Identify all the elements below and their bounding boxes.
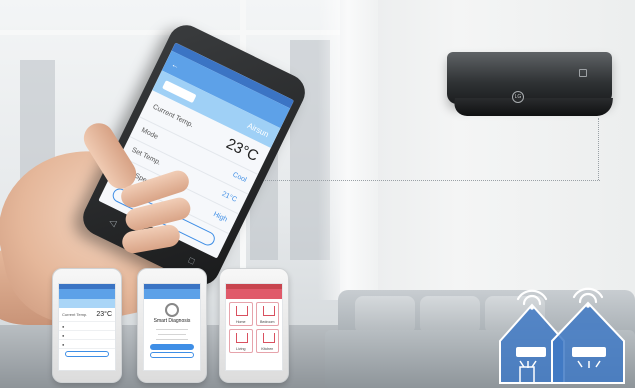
house-icon (236, 333, 248, 343)
recents-icon[interactable]: □ (187, 255, 196, 266)
current-temp-row: Current Temp. 23°C (59, 308, 115, 322)
small-phone-screen: Home Bedroom Living Kitchen (225, 283, 283, 371)
diagnosis-icon (165, 303, 179, 317)
mode-value: Cool (231, 171, 248, 185)
room-label: Bedroom (259, 320, 275, 324)
connection-line (598, 118, 599, 180)
diagnosis-title: Smart Diagnosis (153, 318, 191, 324)
device-name: Airsun (246, 120, 271, 139)
air-conditioner (447, 52, 612, 104)
setting-row: ● (59, 340, 115, 349)
air-conditioner-vane (453, 98, 613, 116)
room-label: Living (236, 347, 246, 351)
mode-label: Mode (140, 126, 159, 141)
room-tile[interactable]: Kitchen (255, 329, 279, 353)
room-label: Home (235, 320, 246, 324)
house-icon (236, 306, 248, 316)
setting-row: ● (59, 322, 115, 331)
smart-home-icon (499, 287, 625, 384)
small-app-header (144, 289, 200, 299)
small-app-header (59, 289, 115, 299)
house-icon (262, 306, 275, 316)
small-phone-screen: Current Temp. 23°C ● ● ● (58, 283, 116, 371)
small-app-header (226, 289, 282, 299)
current-temp-value: 23°C (96, 311, 112, 318)
fan-speed-value: High (212, 210, 229, 224)
room-grid: Home Bedroom Living Kitchen (226, 299, 282, 356)
power-button[interactable] (65, 351, 109, 357)
back-arrow-icon[interactable]: ← (170, 59, 181, 71)
lg-logo: LG (512, 91, 524, 103)
setting-row: ● (59, 331, 115, 340)
room-tile[interactable]: Bedroom (255, 302, 279, 326)
room-tile[interactable]: Living (229, 329, 253, 353)
set-temp-value: 21°C (220, 190, 238, 204)
small-phone-diagnosis: Smart Diagnosis ———————— ——————— ———————— (137, 268, 207, 383)
back-icon[interactable]: ◁ (107, 216, 119, 229)
current-temp-label: Current Temp. (62, 312, 88, 317)
sofa-cushion (355, 296, 415, 334)
small-phone-screen: Smart Diagnosis ———————— ——————— ———————— (143, 283, 201, 371)
secondary-button[interactable] (150, 352, 194, 358)
ac-display-icon (579, 69, 587, 77)
small-phone-smart-home: Home Bedroom Living Kitchen (219, 268, 289, 383)
room-label: Kitchen (261, 347, 274, 351)
curtain (318, 0, 378, 300)
photo-scene: LG ← Airsun Current Temp. 23°C Mode Cool… (0, 0, 635, 388)
start-diagnosis-button[interactable] (150, 344, 194, 350)
small-phone-control: Current Temp. 23°C ● ● ● (52, 268, 122, 383)
room-tile[interactable]: Home (229, 302, 253, 326)
diagnosis-description: ———————— ——————— ———————— (156, 326, 188, 341)
sofa-cushion (420, 296, 480, 334)
device-strip (59, 299, 115, 308)
house-icon (262, 333, 275, 343)
